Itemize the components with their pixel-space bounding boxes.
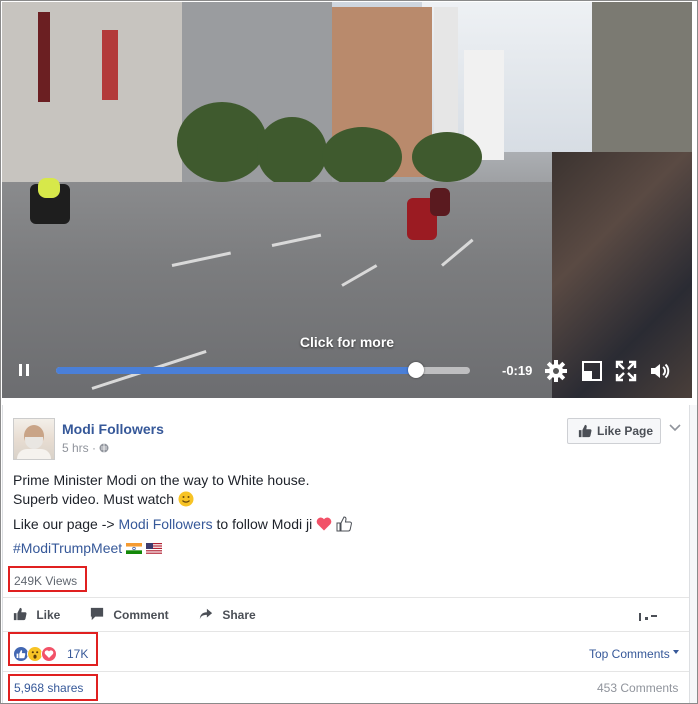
video-tree xyxy=(412,132,482,182)
chevron-down-icon[interactable] xyxy=(669,419,681,432)
volume-icon[interactable] xyxy=(648,359,672,383)
page-avatar[interactable] xyxy=(13,418,55,460)
like-page-button[interactable]: Like Page xyxy=(567,418,661,444)
share-arrow-icon xyxy=(199,608,213,620)
video-motorcycle xyxy=(430,188,450,216)
comment-button[interactable]: Comment xyxy=(90,607,169,622)
action-bar: Like Comment Share xyxy=(3,597,691,632)
hashtag-link[interactable]: #ModiTrumpMeet xyxy=(13,540,122,556)
india-flag-icon xyxy=(126,543,143,554)
video-tree xyxy=(322,127,402,187)
like-thumb-icon xyxy=(13,607,27,621)
fullscreen-icon[interactable] xyxy=(614,359,638,383)
comment-label: Comment xyxy=(113,608,169,622)
video-progress-fill xyxy=(56,367,417,374)
video-player[interactable]: Click for more -0:19 xyxy=(2,2,692,398)
caret-down-icon xyxy=(673,650,680,654)
video-progress-knob[interactable] xyxy=(408,362,425,378)
like-button[interactable]: Like xyxy=(13,607,60,622)
divider xyxy=(3,631,691,632)
scrollbar-track[interactable] xyxy=(689,405,697,703)
globe-icon xyxy=(99,443,109,453)
post-text-line-3: Like our page -> Modi Followers to follo… xyxy=(13,515,352,534)
share-label: Share xyxy=(222,608,256,622)
video-sign xyxy=(38,12,50,102)
pause-icon[interactable] xyxy=(18,364,30,376)
video-tree xyxy=(177,102,267,182)
like-page-label: Like Page xyxy=(597,424,654,438)
video-building xyxy=(2,2,182,202)
meta-separator: · xyxy=(92,441,97,455)
exit-fullscreen-icon[interactable] xyxy=(580,359,604,383)
video-tree xyxy=(257,117,327,187)
post-text-line-2: Superb video. Must watch xyxy=(13,490,194,509)
usa-flag-icon xyxy=(145,543,162,554)
avatar-body xyxy=(17,449,51,459)
top-comments-dropdown[interactable]: Top Comments xyxy=(589,647,680,661)
post-text-line-4: #ModiTrumpMeet xyxy=(13,539,162,558)
thumbs-up-emoji-icon xyxy=(336,516,352,532)
post-frame: Click for more -0:19 Modi Followers 5 hr… xyxy=(0,0,698,704)
page-name-link[interactable]: Modi Followers xyxy=(62,421,164,437)
heart-emoji-icon xyxy=(316,517,332,531)
divider xyxy=(3,671,691,672)
top-comments-label: Top Comments xyxy=(589,647,670,661)
time-remaining: -0:19 xyxy=(502,363,533,378)
reactions-count[interactable]: 17K xyxy=(67,647,88,661)
post-time[interactable]: 5 hrs xyxy=(62,441,89,455)
video-controls: -0:19 xyxy=(2,354,692,388)
click-for-more-overlay[interactable]: Click for more xyxy=(2,334,692,350)
avatar-beard xyxy=(25,437,43,449)
post-text-line-2-text: Superb video. Must watch xyxy=(13,491,175,507)
post-text-line-3-pre: Like our page -> xyxy=(13,516,119,532)
post-meta: 5 hrs · xyxy=(62,441,109,455)
modi-followers-link[interactable]: Modi Followers xyxy=(118,516,212,532)
share-as-icon[interactable] xyxy=(639,609,659,627)
thumbs-up-icon xyxy=(578,424,592,438)
video-banner xyxy=(102,30,118,100)
comments-count[interactable]: 453 Comments xyxy=(597,681,678,695)
comment-bubble-icon xyxy=(90,607,104,621)
like-label: Like xyxy=(36,608,61,622)
shares-count[interactable]: 5,968 shares xyxy=(14,681,83,695)
post-card: Modi Followers 5 hrs · Like Page Prime M… xyxy=(2,405,691,703)
post-text-line-1: Prime Minister Modi on the way to White … xyxy=(13,472,310,488)
post-text-line-3-post: to follow Modi ji xyxy=(212,516,313,532)
smile-emoji-icon xyxy=(178,491,194,507)
views-count: 249K Views xyxy=(14,574,78,588)
video-progress-bar[interactable] xyxy=(56,362,470,378)
love-reaction-icon xyxy=(41,646,57,662)
video-rider xyxy=(38,178,60,198)
settings-gear-icon[interactable] xyxy=(544,359,568,383)
share-button[interactable]: Share xyxy=(199,607,256,622)
